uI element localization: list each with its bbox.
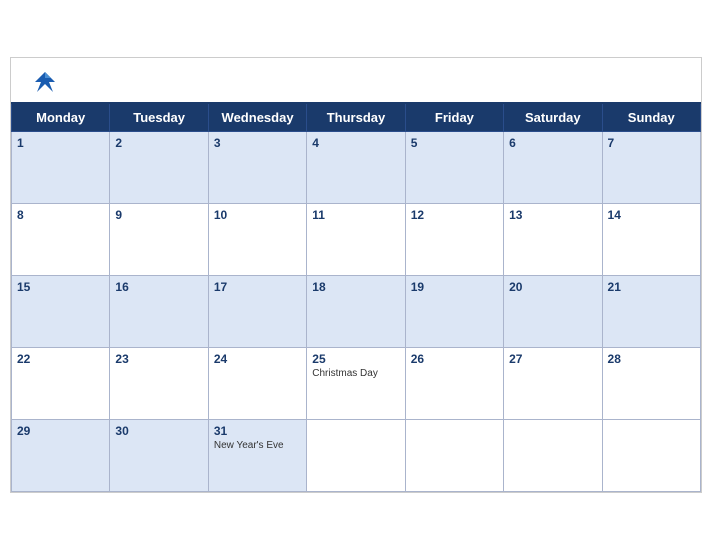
day-cell: 31 New Year's Eve — [208, 420, 306, 492]
day-number: 30 — [115, 424, 202, 438]
day-cell: 13 — [504, 204, 602, 276]
day-number: 16 — [115, 280, 202, 294]
logo-area — [27, 68, 63, 96]
weekday-friday: Friday — [405, 103, 503, 132]
day-cell: 11 — [307, 204, 405, 276]
day-cell: 14 — [602, 204, 700, 276]
day-cell — [602, 420, 700, 492]
day-cell: 4 — [307, 132, 405, 204]
day-cell: 20 — [504, 276, 602, 348]
day-number: 9 — [115, 208, 202, 222]
day-number: 28 — [608, 352, 695, 366]
day-cell: 15 — [12, 276, 110, 348]
day-number: 7 — [608, 136, 695, 150]
day-cell: 2 — [110, 132, 208, 204]
day-cell: 17 — [208, 276, 306, 348]
day-cell: 6 — [504, 132, 602, 204]
day-cell: 3 — [208, 132, 306, 204]
day-number: 19 — [411, 280, 498, 294]
day-number: 18 — [312, 280, 399, 294]
day-number: 11 — [312, 208, 399, 222]
week-row-4: 22 23 24 25 Christmas Day 26 27 28 — [12, 348, 701, 420]
day-number: 31 — [214, 424, 301, 438]
day-number: 13 — [509, 208, 596, 222]
day-number: 24 — [214, 352, 301, 366]
week-row-3: 15 16 17 18 19 20 21 — [12, 276, 701, 348]
weekday-monday: Monday — [12, 103, 110, 132]
day-number: 5 — [411, 136, 498, 150]
weekday-header-row: MondayTuesdayWednesdayThursdayFridaySatu… — [12, 103, 701, 132]
day-number: 6 — [509, 136, 596, 150]
day-cell: 23 — [110, 348, 208, 420]
day-number: 22 — [17, 352, 104, 366]
day-number: 26 — [411, 352, 498, 366]
day-number: 8 — [17, 208, 104, 222]
day-cell: 8 — [12, 204, 110, 276]
week-row-2: 89 10 11 12 13 14 — [12, 204, 701, 276]
calendar-header — [11, 58, 701, 102]
day-cell: 25 Christmas Day — [307, 348, 405, 420]
day-number: 25 — [312, 352, 399, 366]
day-cell: 10 — [208, 204, 306, 276]
day-number: 12 — [411, 208, 498, 222]
day-cell: 18 — [307, 276, 405, 348]
weekday-thursday: Thursday — [307, 103, 405, 132]
day-number: 27 — [509, 352, 596, 366]
day-cell — [504, 420, 602, 492]
day-number: 1 — [17, 136, 104, 150]
week-row-1: 1234567 — [12, 132, 701, 204]
holiday-name: New Year's Eve — [214, 440, 301, 451]
weekday-sunday: Sunday — [602, 103, 700, 132]
day-cell: 16 — [110, 276, 208, 348]
day-number: 10 — [214, 208, 301, 222]
day-number: 14 — [608, 208, 695, 222]
holiday-name: Christmas Day — [312, 368, 399, 379]
weekday-wednesday: Wednesday — [208, 103, 306, 132]
day-number: 3 — [214, 136, 301, 150]
day-cell: 1 — [12, 132, 110, 204]
day-cell: 22 — [12, 348, 110, 420]
day-number: 4 — [312, 136, 399, 150]
day-number: 23 — [115, 352, 202, 366]
day-cell: 30 — [110, 420, 208, 492]
day-cell: 28 — [602, 348, 700, 420]
day-cell: 21 — [602, 276, 700, 348]
day-cell: 27 — [504, 348, 602, 420]
weekday-tuesday: Tuesday — [110, 103, 208, 132]
day-cell: 12 — [405, 204, 503, 276]
day-cell — [307, 420, 405, 492]
day-cell: 29 — [12, 420, 110, 492]
day-cell: 9 — [110, 204, 208, 276]
week-row-5: 29 30 31 New Year's Eve — [12, 420, 701, 492]
day-number: 29 — [17, 424, 104, 438]
day-number: 17 — [214, 280, 301, 294]
day-number: 15 — [17, 280, 104, 294]
day-cell: 7 — [602, 132, 700, 204]
day-cell — [405, 420, 503, 492]
weekday-saturday: Saturday — [504, 103, 602, 132]
day-cell: 24 — [208, 348, 306, 420]
day-cell: 19 — [405, 276, 503, 348]
day-cell: 26 — [405, 348, 503, 420]
logo-icon — [27, 68, 63, 96]
day-number: 20 — [509, 280, 596, 294]
calendar-table: MondayTuesdayWednesdayThursdayFridaySatu… — [11, 102, 701, 492]
day-cell: 5 — [405, 132, 503, 204]
day-number: 2 — [115, 136, 202, 150]
day-number: 21 — [608, 280, 695, 294]
calendar: MondayTuesdayWednesdayThursdayFridaySatu… — [10, 57, 702, 493]
